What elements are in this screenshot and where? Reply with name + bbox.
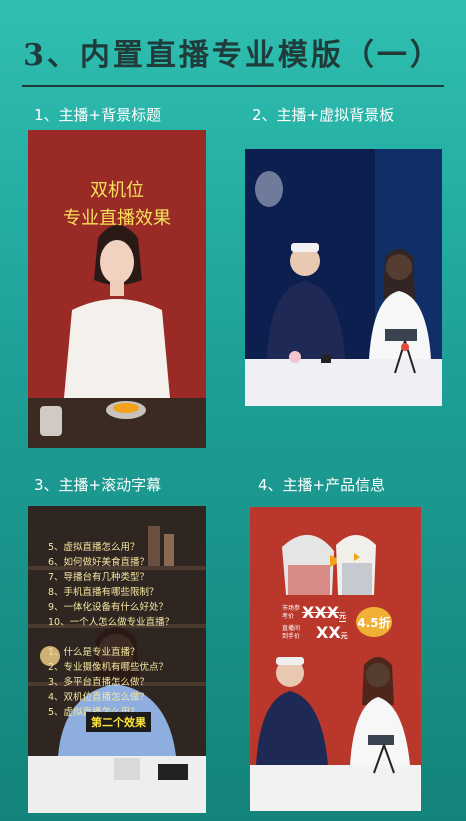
caption-1: 1、主播+背景标题	[34, 106, 162, 124]
live-price-label: 直播间到手价	[282, 625, 301, 640]
studio-illustration	[245, 149, 442, 406]
page-title: 3、内置直播专业模版（一）	[23, 38, 443, 73]
template-preview-1[interactable]: 双机位 专业直播效果	[28, 130, 206, 448]
template-preview-4[interactable]: 市场参考价 XXX元 直播间到手价 XX元 4.5折	[250, 507, 421, 811]
scrolling-subtitles: 5、虚拟直播怎么用？ 6、如何做好美食直播？ 7、导播台有几种类型？ 8、手机直播有哪…	[48, 540, 174, 720]
template-preview-2[interactable]	[245, 149, 442, 406]
title-divider	[22, 85, 444, 87]
effect-subtitle: 第二个效果	[86, 712, 151, 732]
market-price-label: 市场参考价	[282, 605, 301, 620]
subtitle-line: 10、一个人怎么做专业直播？	[48, 617, 175, 628]
subtitle-line: 3、多平台直播怎么做？	[48, 677, 150, 688]
discount-badge: 4.5折	[356, 607, 392, 637]
caption-3: 3、主播+滚动字幕	[34, 476, 162, 494]
live-price: XX元	[316, 623, 348, 642]
product-illustration	[250, 507, 421, 811]
subtitle-line	[48, 630, 174, 645]
subtitle-line: 7、导播台有几种类型？	[48, 572, 150, 583]
subtitle-line: 1、什么是专业直播？	[48, 647, 140, 658]
host-illustration	[28, 225, 206, 448]
subtitle-line: 9、一体化设备有什么好处？	[48, 602, 169, 613]
template-preview-3[interactable]: 5、虚拟直播怎么用？ 6、如何做好美食直播？ 7、导播台有几种类型？ 8、手机直播有哪…	[28, 506, 206, 813]
subtitle-line: 5、虚拟直播怎么用？	[48, 542, 140, 553]
subtitle-line: 2、专业摄像机有哪些优点？	[48, 662, 169, 673]
caption-4: 4、主播+产品信息	[258, 476, 386, 494]
market-price: XXX元	[302, 603, 347, 622]
subtitle-line: 4、双机位直播怎么做？	[48, 692, 150, 703]
subtitle-line: 8、手机直播有哪些限制？	[48, 587, 159, 598]
subtitle-line: 6、如何做好美食直播？	[48, 557, 150, 568]
caption-2: 2、主播+虚拟背景板	[252, 106, 395, 124]
